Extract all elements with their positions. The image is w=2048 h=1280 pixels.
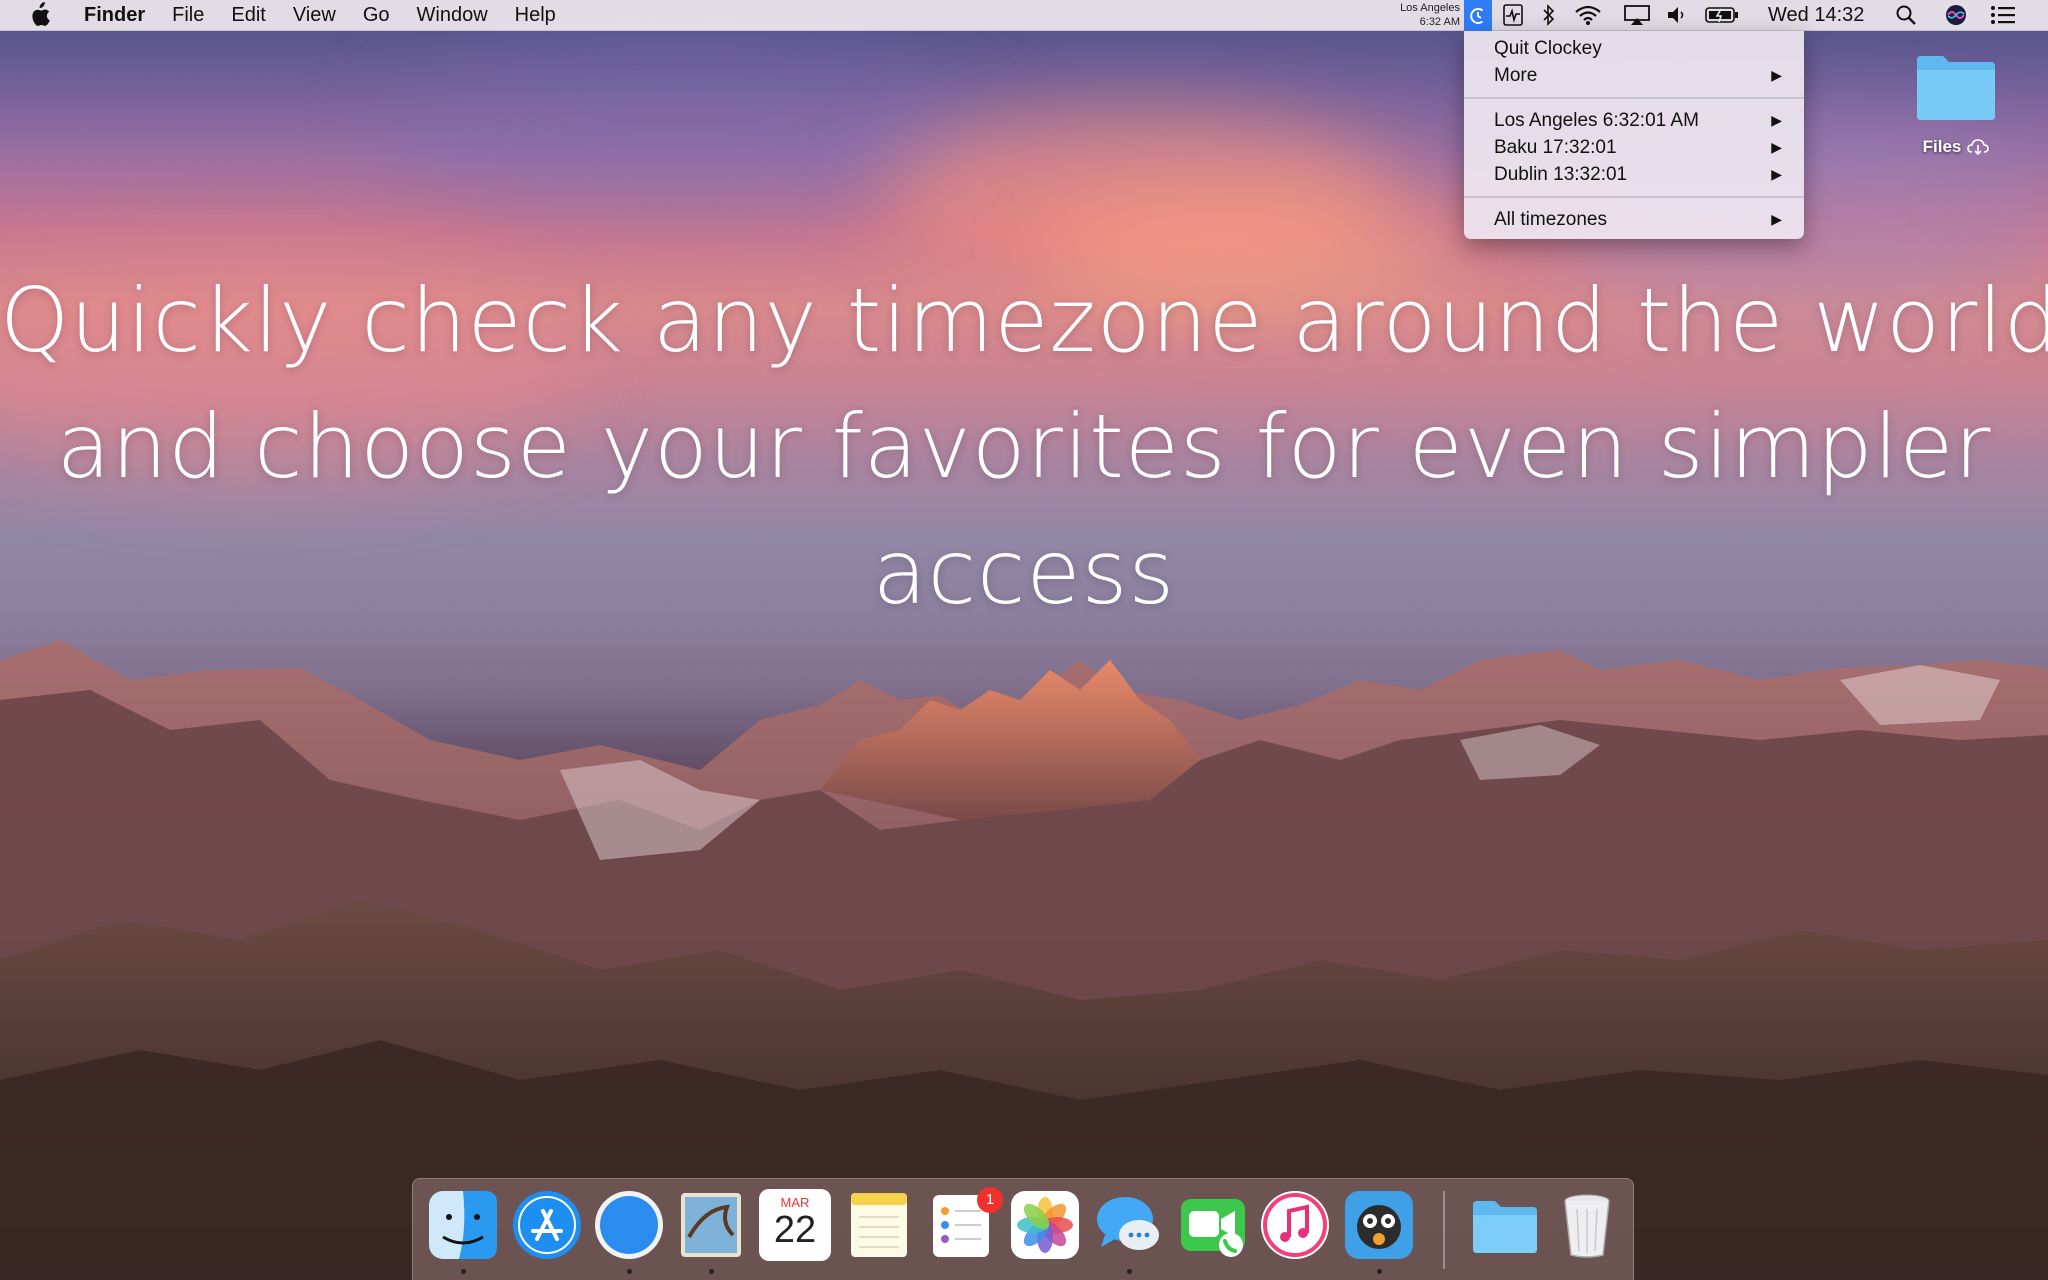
menu-item-more[interactable]: More ▶	[1464, 62, 1804, 89]
menu-bar: Finder File Edit View Go Window Help Los…	[0, 0, 2048, 31]
headline-line: and choose your favorites for even simpl…	[56, 395, 1992, 498]
mini-clock-city: Los Angeles	[1400, 2, 1460, 14]
desktop-folder-files[interactable]: Files	[1906, 52, 2006, 157]
mail-icon[interactable]	[675, 1189, 747, 1261]
menu-item-label: More	[1494, 65, 1538, 86]
downloads-folder-icon[interactable]	[1469, 1189, 1541, 1261]
trash-icon[interactable]	[1551, 1189, 1623, 1261]
calendar-day: 22	[773, 1209, 817, 1251]
headline-line: Quickly check any timezone around the wo…	[0, 269, 2048, 372]
menu-item-label: Los Angeles 6:32:01 AM	[1494, 110, 1699, 131]
messages-icon[interactable]	[1093, 1189, 1165, 1261]
menu-item-timezone-dublin[interactable]: Dublin 13:32:01 ▶	[1464, 161, 1804, 188]
menu-go[interactable]: Go	[363, 4, 390, 27]
dock-separator	[1443, 1191, 1445, 1269]
apple-icon[interactable]	[28, 2, 58, 28]
running-indicator	[709, 1269, 714, 1274]
submenu-arrow-icon: ▶	[1771, 211, 1782, 227]
submenu-arrow-icon: ▶	[1771, 67, 1782, 83]
clockey-icon[interactable]	[1464, 0, 1492, 31]
menu-item-label: Quit Clockey	[1494, 38, 1602, 59]
tweetbot-icon[interactable]	[1343, 1189, 1415, 1261]
menu-item-timezone-baku[interactable]: Baku 17:32:01 ▶	[1464, 134, 1804, 161]
facetime-icon[interactable]	[1177, 1189, 1249, 1261]
siri-icon[interactable]	[1942, 3, 1970, 27]
battery-icon[interactable]	[1702, 3, 1742, 27]
menu-item-all-timezones[interactable]: All timezones ▶	[1464, 206, 1804, 233]
wifi-icon[interactable]	[1572, 3, 1604, 27]
reminders-badge: 1	[977, 1187, 1003, 1213]
finder-icon[interactable]	[427, 1189, 499, 1261]
menu-item-timezone-los-angeles[interactable]: Los Angeles 6:32:01 AM ▶	[1464, 107, 1804, 134]
menu-item-quit-clockey[interactable]: Quit Clockey	[1464, 35, 1804, 62]
safari-icon[interactable]	[593, 1189, 665, 1261]
volume-icon[interactable]	[1664, 3, 1690, 27]
icloud-download-icon	[1967, 139, 1990, 155]
menu-file[interactable]: File	[172, 4, 204, 27]
dock: MAR 22 1	[412, 1178, 1634, 1280]
mini-clock[interactable]: Los Angeles 6:32 AM	[1380, 0, 1460, 31]
promo-headline: Quickly check any timezone around the wo…	[0, 258, 2048, 636]
running-indicator	[461, 1269, 466, 1274]
submenu-arrow-icon: ▶	[1771, 139, 1782, 155]
menu-app-name[interactable]: Finder	[84, 4, 145, 27]
notification-center-icon[interactable]	[1988, 3, 2018, 27]
desktop-folder-label: Files	[1922, 137, 1962, 156]
menu-item-label: All timezones	[1494, 209, 1607, 230]
menu-view[interactable]: View	[293, 4, 336, 27]
itunes-icon[interactable]	[1259, 1189, 1331, 1261]
mini-clock-time: 6:32 AM	[1419, 16, 1460, 28]
menu-item-label: Baku 17:32:01	[1494, 137, 1617, 158]
running-indicator	[1127, 1269, 1132, 1274]
menu-help[interactable]: Help	[515, 4, 556, 27]
airplay-icon[interactable]	[1622, 3, 1652, 27]
menu-separator	[1464, 97, 1804, 99]
running-indicator	[1377, 1269, 1382, 1274]
spotlight-search-icon[interactable]	[1892, 3, 1920, 27]
clockey-dropdown-menu: Quit Clockey More ▶ Los Angeles 6:32:01 …	[1464, 31, 1804, 239]
menu-item-label: Dublin 13:32:01	[1494, 164, 1628, 185]
headline-line: access	[872, 521, 1176, 624]
calendar-month: MAR	[780, 1195, 810, 1210]
folder-icon	[1917, 56, 1995, 120]
bluetooth-icon[interactable]	[1538, 3, 1560, 27]
menu-window[interactable]: Window	[417, 4, 488, 27]
submenu-arrow-icon: ▶	[1771, 112, 1782, 128]
app-store-icon[interactable]	[511, 1189, 583, 1261]
menu-edit[interactable]: Edit	[231, 4, 265, 27]
menubar-datetime[interactable]: Wed 14:32	[1768, 4, 1864, 27]
menu-separator	[1464, 196, 1804, 198]
calendar-icon[interactable]: MAR 22	[759, 1189, 831, 1261]
photos-icon[interactable]	[1009, 1189, 1081, 1261]
notes-icon[interactable]	[843, 1189, 915, 1261]
activity-monitor-icon[interactable]	[1498, 3, 1528, 27]
submenu-arrow-icon: ▶	[1771, 166, 1782, 182]
running-indicator	[627, 1269, 632, 1274]
